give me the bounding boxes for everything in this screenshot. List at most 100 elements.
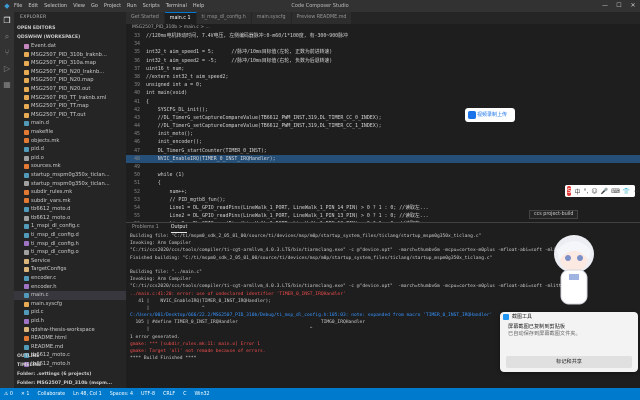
tab-problems[interactable]: Problems 1	[132, 223, 159, 233]
file-type-icon	[24, 335, 29, 341]
line-text: {	[146, 180, 161, 187]
minimize-button[interactable]: —	[598, 0, 612, 12]
file-tree-item[interactable]: 1_mspi_dl_config.c	[14, 222, 126, 231]
source-control-icon[interactable]: ⑂	[2, 48, 12, 58]
file-tree-item[interactable]: ti_msp_dl_config.o	[14, 248, 126, 257]
status-item[interactable]: ⚠ 0	[4, 392, 13, 397]
editor-tab[interactable]: Get Started	[126, 12, 165, 24]
status-item[interactable]: Ln 48, Col 1	[73, 392, 102, 397]
menu-item-run[interactable]: Run	[127, 3, 137, 9]
ime-button[interactable]: ☺	[591, 188, 597, 195]
file-tree-item[interactable]: pid.c	[14, 308, 126, 317]
file-type-icon	[24, 198, 29, 204]
menu-item-go[interactable]: Go	[91, 3, 98, 9]
menu-item-help[interactable]: Help	[193, 3, 204, 9]
line-text: DL_TimerG_startCounter(TIMER_0_INST);	[146, 147, 267, 154]
file-tree-item[interactable]: MSG2507_PID_310b_lraknb...	[14, 51, 126, 60]
file-tree-item[interactable]: encoder.c	[14, 274, 126, 283]
open-editors-section[interactable]: OPEN EDITORS	[14, 24, 126, 33]
video-upload-button[interactable]: 视频录制上传	[465, 108, 515, 122]
editor-tab[interactable]: Preview README.md	[291, 12, 353, 24]
screenshot-toast[interactable]: 截图工具 屏幕截图已复制到剪贴板 已自动保存到屏幕截图文件夹。 标记和共享	[500, 312, 638, 372]
file-tree-item[interactable]: Event.dat	[14, 42, 126, 51]
menu-item-project[interactable]: Project	[104, 3, 121, 9]
explorer-icon[interactable]: ❐	[2, 16, 12, 26]
sidebar-section-1[interactable]: TIMELINE	[14, 361, 126, 370]
file-tree-item[interactable]: objects.mk	[14, 137, 126, 146]
file-tree-item[interactable]: pid.h	[14, 317, 126, 326]
file-tree-item[interactable]: main.c	[14, 291, 126, 300]
file-tree-item[interactable]: README.md	[14, 343, 126, 352]
file-tree-item[interactable]: README.html	[14, 334, 126, 343]
extensions-icon[interactable]: ▦	[2, 80, 12, 90]
status-item[interactable]: Spaces: 4	[110, 392, 133, 397]
status-item[interactable]: UTF-8	[141, 392, 155, 397]
file-tree-item[interactable]: subdir_vars.mk	[14, 197, 126, 206]
line-number: 43	[134, 114, 140, 121]
file-tree-item[interactable]: qdshw-thesis-workspace	[14, 326, 126, 335]
file-tree-item[interactable]: makefile	[14, 128, 126, 137]
line-text: NVIC_EnableIRQ(TIMER_0_INST_IRQHandler);	[146, 155, 276, 162]
sidebar-section-3[interactable]: Folder: MSG2507_PID_310b (mspm...	[14, 379, 126, 388]
breadcrumb[interactable]: MSG2507_PID_310b > main.c > ...	[126, 24, 640, 32]
file-tree-item[interactable]: pid.o	[14, 154, 126, 163]
menu-item-selection[interactable]: Selection	[44, 3, 67, 9]
file-tree-item[interactable]: sources.mk	[14, 162, 126, 171]
editor-tab[interactable]: ti_msp_dl_config.h	[196, 12, 252, 24]
file-tree-item[interactable]: MSG2507_PID_TT.out	[14, 111, 126, 120]
line-number: 42	[134, 106, 140, 113]
status-item[interactable]: CRLF	[163, 392, 175, 397]
file-tree-item[interactable]: ti_msp_dl_config.h	[14, 240, 126, 249]
file-tree-item[interactable]: tb6612_moto.o	[14, 214, 126, 223]
status-item[interactable]: ✕ 1	[21, 392, 30, 397]
explorer-sidebar: EXPLORER OPEN EDITORS QDSWHW (WORKSPACE)…	[14, 12, 126, 388]
menu-item-view[interactable]: View	[73, 3, 85, 9]
menu-item-scripts[interactable]: Scripts	[143, 3, 160, 9]
menu-item-file[interactable]: File	[14, 3, 22, 9]
close-button[interactable]: ✕	[626, 0, 640, 12]
file-tree-item[interactable]: main.syscfg	[14, 300, 126, 309]
markup-share-button[interactable]: 标记和共享	[506, 356, 632, 368]
toast-message: 屏幕截图已复制到剪贴板 已自动保存到屏幕截图文件夹。	[500, 322, 638, 340]
ime-button[interactable]: °,	[583, 188, 588, 195]
search-icon[interactable]: ⌕	[2, 32, 12, 42]
file-name: ti_msp_dl_config.o	[31, 249, 79, 256]
file-tree-item[interactable]: TargetConfigs	[14, 265, 126, 274]
file-tree-item[interactable]: ti_msp_dl_config.d	[14, 231, 126, 240]
file-tree-item[interactable]: MSG2507_PID_TT_lraknb.xml	[14, 94, 126, 103]
file-tree-item[interactable]: startup_mspm0g350x_ticlan...	[14, 171, 126, 180]
file-tree-item[interactable]: subdir_rules.mk	[14, 188, 126, 197]
sidebar-section-0[interactable]: OUTLINE	[14, 352, 126, 361]
file-tree-item[interactable]: pid.d	[14, 145, 126, 154]
ime-button[interactable]: ⌨	[611, 188, 620, 195]
ime-button[interactable]: 👕	[623, 188, 630, 195]
editor-tab[interactable]: main.c 1	[164, 12, 197, 24]
maximize-button[interactable]: ☐	[612, 0, 626, 12]
file-tree-item[interactable]: Service	[14, 257, 126, 266]
code-line: 51 {	[126, 179, 640, 187]
file-tree-item[interactable]: MSG2507_PID_N20.map	[14, 76, 126, 85]
file-tree-item[interactable]: startup_mspm0g350x_ticlan...	[14, 180, 126, 189]
file-tree-item[interactable]: MSG2507_PID_N20.out	[14, 85, 126, 94]
file-tree-item[interactable]: MSG2507_PID_TT.map	[14, 102, 126, 111]
status-item[interactable]: C	[183, 392, 186, 397]
menu-item-edit[interactable]: Edit	[28, 3, 38, 9]
file-tree-item[interactable]: encoder.h	[14, 283, 126, 292]
status-item[interactable]: Win32	[195, 392, 210, 397]
ime-button[interactable]: 🎤	[601, 188, 608, 195]
status-item[interactable]: Collaborate	[38, 392, 66, 397]
ime-button[interactable]: ⋯	[633, 188, 639, 195]
ime-button[interactable]: 中	[574, 187, 580, 196]
file-tree-item[interactable]: tb6612_moto.d	[14, 205, 126, 214]
workspace-section[interactable]: QDSWHW (WORKSPACE)	[14, 33, 126, 42]
tab-output[interactable]: Output	[170, 223, 188, 233]
menu-item-terminal[interactable]: Terminal	[166, 3, 187, 9]
sidebar-section-2[interactable]: Folder: .settings (6 projects)	[14, 370, 126, 379]
file-tree-item[interactable]: MSG2507_PID_310a.map	[14, 59, 126, 68]
code-editor[interactable]: 33 //120ms电机转动时间, 7.4V电压, 左侧编码器脉冲:0-m60/1…	[126, 32, 640, 222]
file-tree-item[interactable]: MSG2507_PID_N20_lraknb...	[14, 68, 126, 77]
line-number: 48	[134, 155, 140, 162]
file-tree-item[interactable]: main.d	[14, 119, 126, 128]
run-debug-icon[interactable]: ▷	[2, 64, 12, 74]
editor-tab[interactable]: main.syscfg	[251, 12, 292, 24]
